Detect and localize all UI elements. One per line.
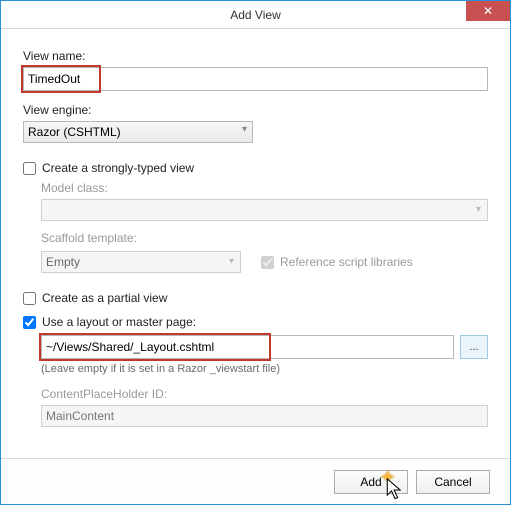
reference-scripts-checkbox: [261, 256, 274, 269]
close-button[interactable]: ✕: [466, 1, 510, 21]
view-engine-label: View engine:: [23, 103, 488, 117]
scaffold-label: Scaffold template:: [41, 231, 488, 245]
scaffold-combo: Empty: [41, 251, 241, 273]
use-layout-checkbox[interactable]: [23, 316, 36, 329]
model-class-label: Model class:: [41, 181, 488, 195]
dialog-footer: Add Cancel ✦: [1, 458, 510, 504]
ellipsis-icon: ...: [469, 341, 478, 353]
add-button[interactable]: Add: [334, 470, 408, 494]
reference-scripts-label: Reference script libraries: [280, 255, 413, 269]
partial-view-checkbox[interactable]: [23, 292, 36, 305]
view-name-label: View name:: [23, 49, 488, 63]
view-engine-select[interactable]: [23, 121, 253, 143]
close-icon: ✕: [483, 4, 493, 18]
layout-path-input[interactable]: [41, 335, 454, 359]
use-layout-label: Use a layout or master page:: [42, 315, 196, 329]
strongly-typed-label: Create a strongly-typed view: [42, 161, 194, 175]
scaffold-value: Empty: [46, 255, 80, 269]
layout-hint: (Leave empty if it is set in a Razor _vi…: [41, 363, 488, 375]
model-class-combo: [41, 199, 488, 221]
strongly-typed-checkbox[interactable]: [23, 162, 36, 175]
title-bar: Add View ✕: [1, 1, 510, 29]
cancel-button-label: Cancel: [434, 475, 471, 489]
placeholder-label: ContentPlaceHolder ID:: [41, 387, 488, 401]
cancel-button[interactable]: Cancel: [416, 470, 490, 494]
view-name-input[interactable]: [23, 67, 488, 91]
placeholder-input: [41, 405, 488, 427]
browse-layout-button[interactable]: ...: [460, 335, 488, 359]
add-button-label: Add: [360, 475, 381, 489]
view-engine-select-wrap: [23, 121, 253, 143]
window-title: Add View: [230, 8, 280, 22]
dialog-content: View name: View engine: Create a strongl…: [1, 29, 510, 427]
partial-view-label: Create as a partial view: [42, 291, 167, 305]
